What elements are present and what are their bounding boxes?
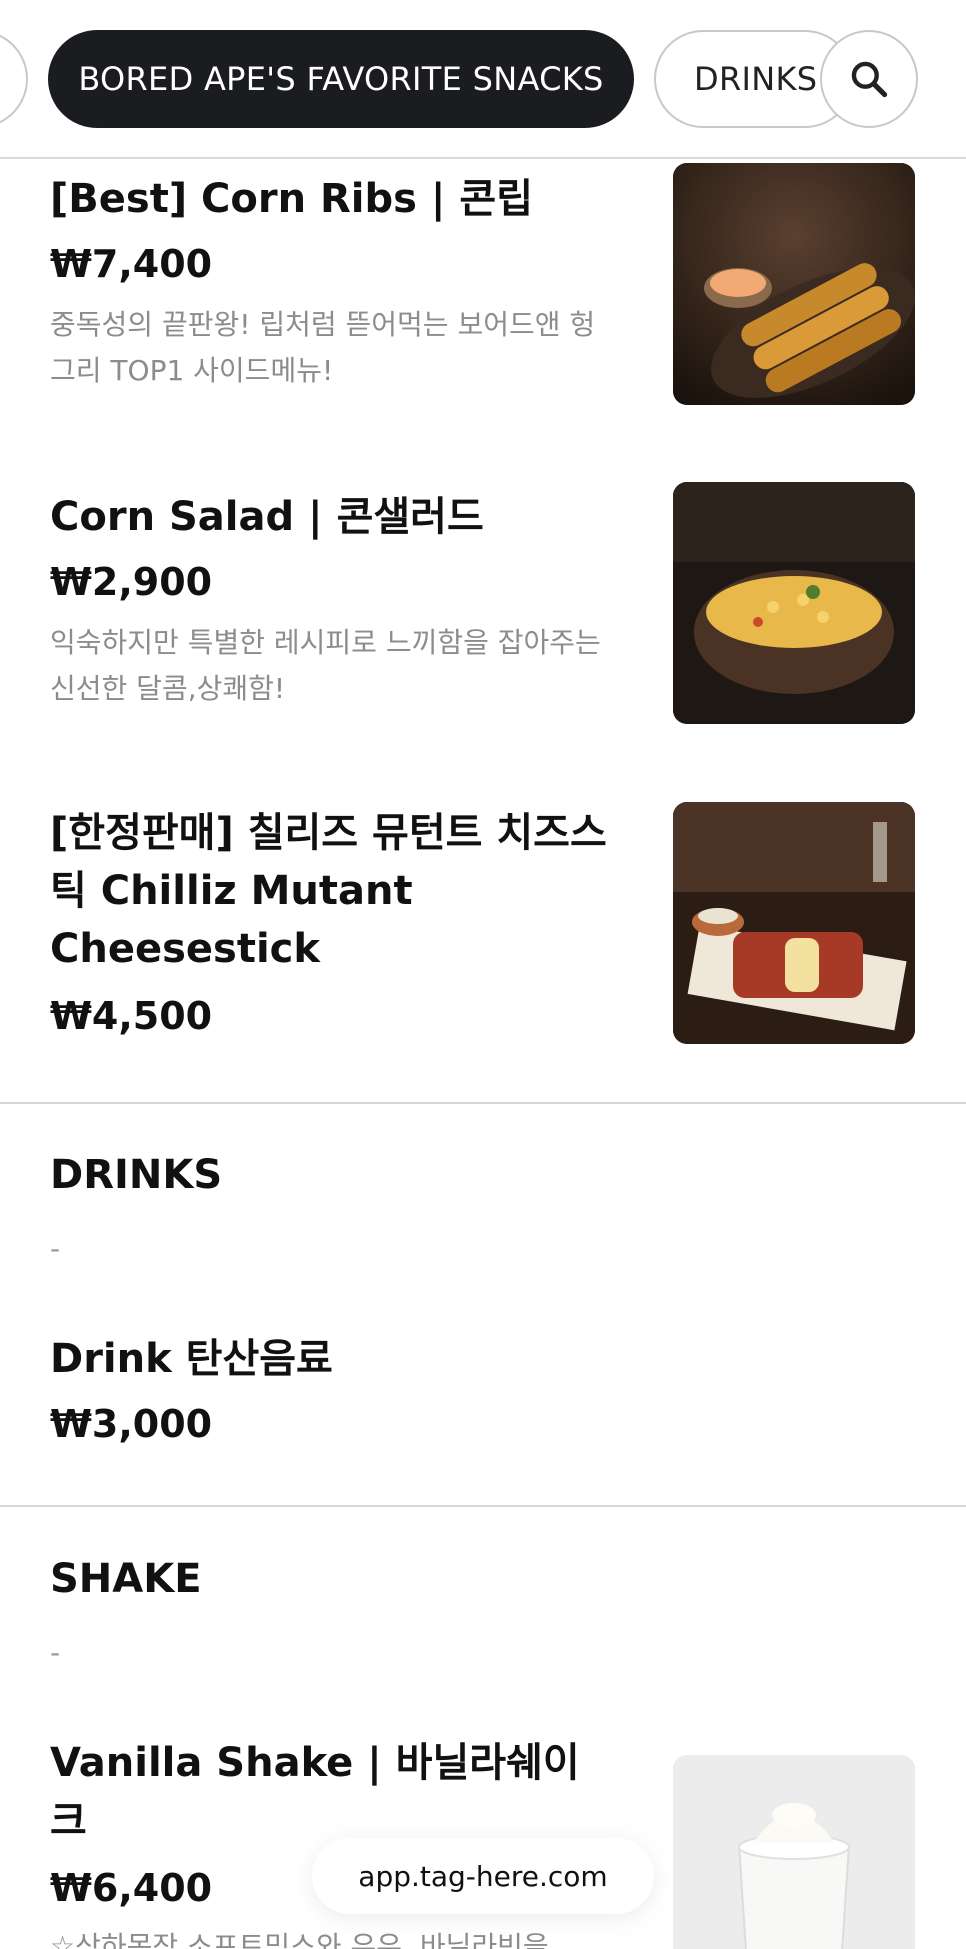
item-price: ₩7,400 bbox=[50, 242, 213, 286]
corn-ribs-photo bbox=[673, 163, 915, 405]
vanilla-shake-photo bbox=[673, 1755, 915, 1949]
item-name: Drink 탄산음료 bbox=[50, 1336, 333, 1382]
item-name: Vanilla Shake | 바닐라쉐이크 bbox=[50, 1740, 580, 1844]
section-subtitle: - bbox=[50, 1636, 61, 1669]
item-price: ₩6,400 bbox=[50, 1866, 213, 1910]
item-name: [한정판매] 칠리즈 뮤턴트 치즈스틱 Chilliz Mutant Chees… bbox=[50, 810, 607, 972]
item-description: ☆상하목장 소프트믹스와 우유, 바닐라빈을 bbox=[50, 1930, 549, 1949]
item-name: Corn Salad | 콘샐러드 bbox=[50, 494, 484, 540]
url-bar[interactable]: app.tag-here.com bbox=[312, 1838, 654, 1914]
item-description: 중독성의 끝판왕! 립처럼 뜯어먹는 보어드앤 헝그리 TOP1 사이드메뉴! bbox=[50, 308, 596, 387]
search-button[interactable] bbox=[820, 30, 918, 128]
section-subtitle: - bbox=[50, 1232, 61, 1265]
item-name: [Best] Corn Ribs | 콘립 bbox=[50, 176, 534, 222]
menu-item-corn-salad[interactable]: Corn Salad | 콘샐러드 ₩2,900 익숙하지만 특별한 레시피로 … bbox=[0, 478, 966, 738]
item-price: ₩4,500 bbox=[50, 994, 213, 1038]
section-title-drinks: DRINKS bbox=[50, 1152, 223, 1198]
search-icon bbox=[851, 61, 888, 98]
section-divider bbox=[0, 1505, 966, 1507]
item-price: ₩3,000 bbox=[50, 1402, 213, 1446]
corn-salad-photo bbox=[673, 482, 915, 724]
menu-item-corn-ribs[interactable]: [Best] Corn Ribs | 콘립 ₩7,400 중독성의 끝판왕! 립… bbox=[0, 160, 966, 420]
menu-item-drink[interactable]: Drink 탄산음료 ₩3,000 bbox=[0, 1320, 966, 1460]
item-price: ₩2,900 bbox=[50, 560, 213, 604]
cheesestick-photo bbox=[673, 802, 915, 1044]
menu-item-vanilla-shake[interactable]: Vanilla Shake | 바닐라쉐이크 ₩6,400 ☆상하목장 소프트믹… bbox=[0, 1724, 966, 1949]
menu-item-cheesestick[interactable]: [한정판매] 칠리즈 뮤턴트 치즈스틱 Chilliz Mutant Chees… bbox=[0, 798, 966, 1098]
section-divider bbox=[0, 1102, 966, 1104]
category-bar: BORED APE'S FAVORITE SNACKS DRINKS bbox=[0, 0, 966, 159]
section-title-shake: SHAKE bbox=[50, 1556, 202, 1602]
menu-page: BORED APE'S FAVORITE SNACKS DRINKS [Best… bbox=[0, 0, 966, 1949]
category-chip-active[interactable]: BORED APE'S FAVORITE SNACKS bbox=[48, 30, 634, 128]
item-description: 익숙하지만 특별한 레시피로 느끼함을 잡아주는 신선한 달콤,상쾌함! bbox=[50, 626, 601, 705]
category-chip-previous[interactable] bbox=[0, 30, 28, 128]
